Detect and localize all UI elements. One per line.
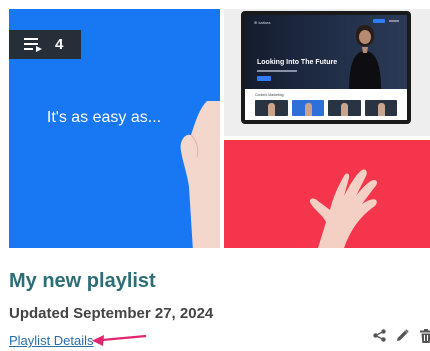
playlist-actions bbox=[372, 328, 430, 343]
playlist-count-badge: 4 bbox=[9, 30, 81, 59]
edit-button[interactable] bbox=[395, 328, 410, 343]
monitor-illustration: ⊕ kaltura Looking Into The Future Conten… bbox=[241, 11, 411, 124]
thumbnail-tagline: It's as easy as... bbox=[46, 109, 162, 126]
thumbnail-red[interactable] bbox=[224, 140, 430, 248]
web-strip-label: Content Marketing bbox=[255, 93, 284, 97]
playlist-updated-date: Updated September 27, 2024 bbox=[9, 305, 214, 322]
playlist-title[interactable]: My new playlist bbox=[9, 270, 156, 293]
arrow-left-icon bbox=[92, 334, 147, 346]
trash-icon bbox=[419, 328, 430, 343]
playlist-item-count: 4 bbox=[55, 36, 64, 53]
hand-illustration bbox=[180, 101, 220, 248]
pencil-icon bbox=[397, 329, 409, 341]
web-headline: Looking Into The Future bbox=[257, 59, 338, 66]
share-icon bbox=[373, 329, 386, 342]
share-button[interactable] bbox=[372, 328, 387, 343]
playlist-details-link[interactable]: Playlist Details bbox=[9, 333, 94, 348]
hand-illustration bbox=[309, 169, 377, 248]
delete-button[interactable] bbox=[418, 328, 430, 343]
playlist-queue-icon bbox=[24, 37, 42, 52]
presenter-illustration bbox=[349, 25, 381, 89]
playlist-thumbnail-mosaic[interactable]: It's as easy as... 4 ⊕ kaltura Looking I… bbox=[9, 9, 430, 248]
web-brand: ⊕ kaltura bbox=[254, 20, 271, 25]
playlist-card: It's as easy as... 4 ⊕ kaltura Looking I… bbox=[0, 0, 430, 351]
thumbnail-website[interactable]: ⊕ kaltura Looking Into The Future Conten… bbox=[224, 9, 430, 136]
